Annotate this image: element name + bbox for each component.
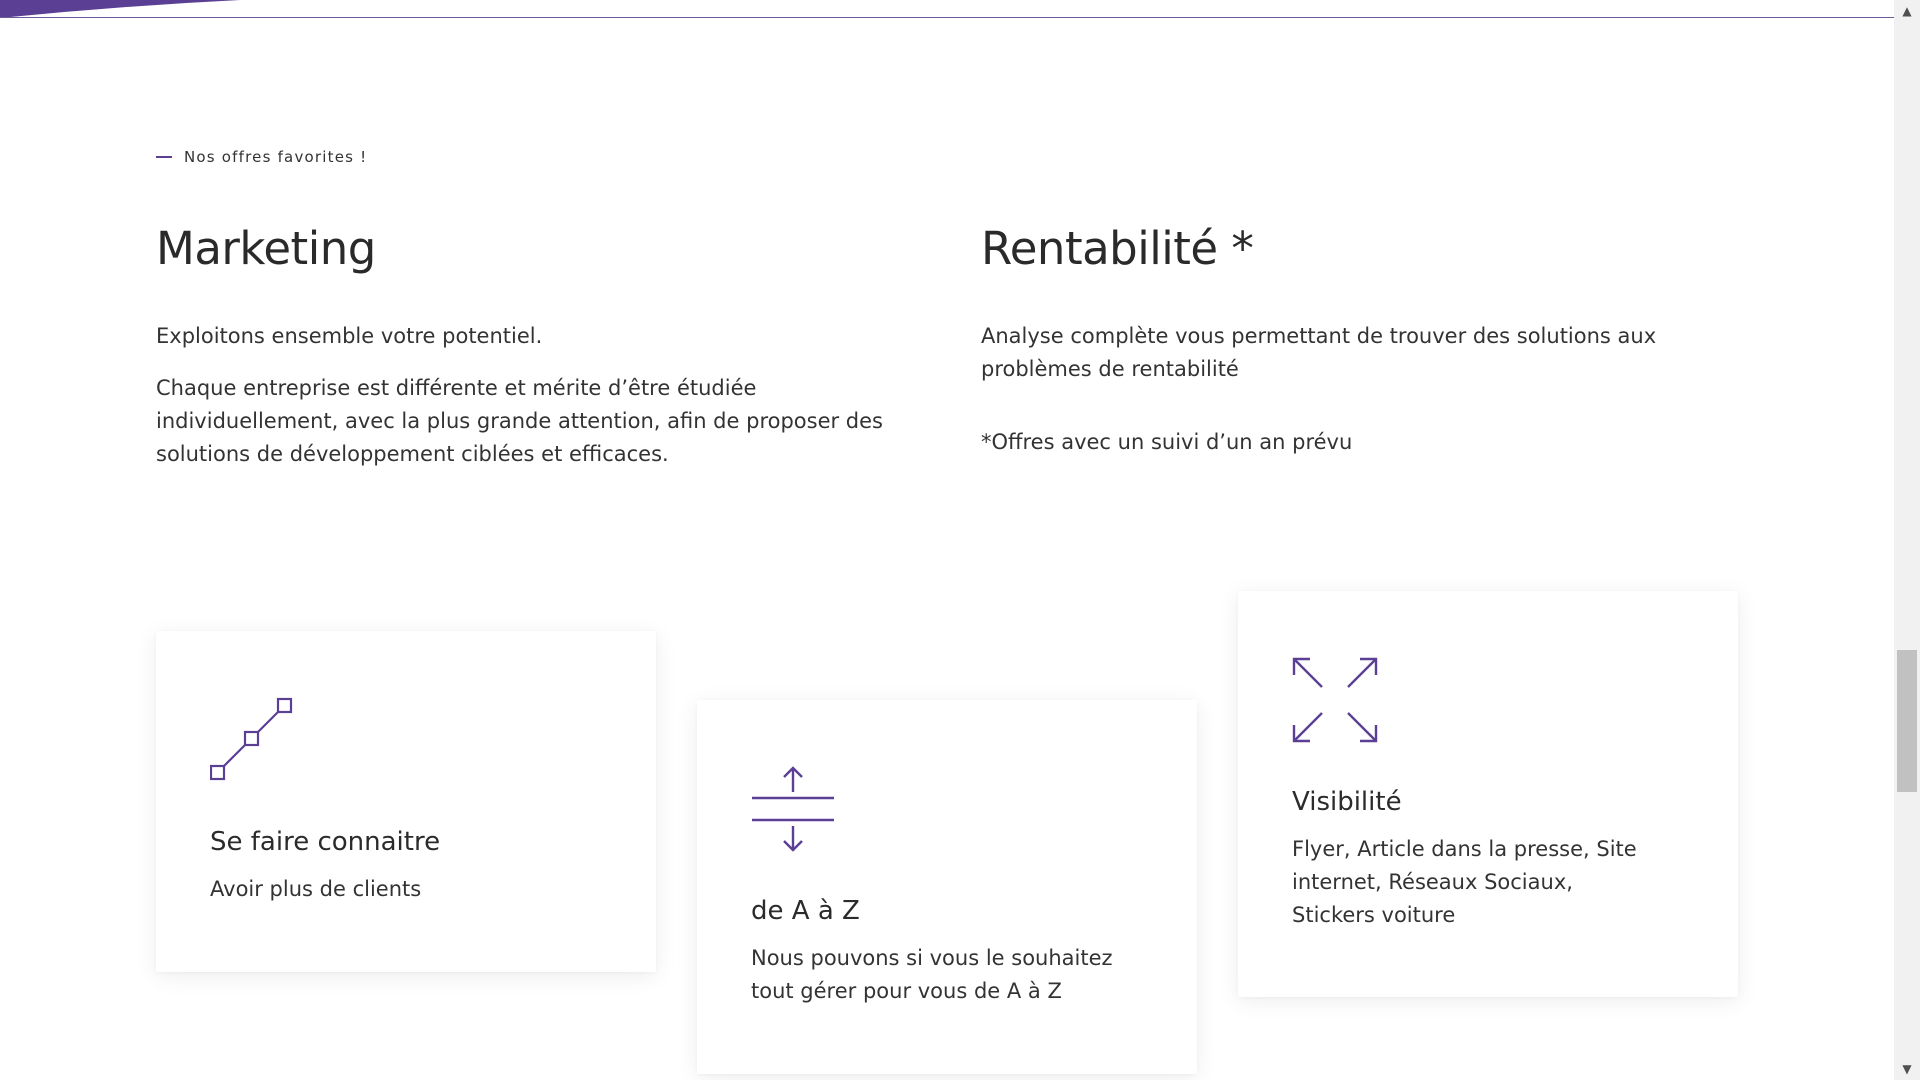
marketing-intro: Exploitons ensemble votre potentiel. [156,324,543,348]
card-text: Flyer, Article dans la presse, Site inte… [1292,837,1637,927]
card-title: Se faire connaitre [210,827,441,857]
scrollbar-thumb[interactable] [1897,650,1917,792]
marketing-title: Marketing [156,222,376,275]
header-divider [0,17,1894,18]
vertical-scrollbar[interactable]: ▲ ▼ [1894,0,1920,1080]
header-swoosh-decoration [0,0,240,18]
eyebrow-dash [156,156,172,158]
eyebrow-label: Nos offres favorites ! [184,148,368,166]
card-title: de A à Z [751,896,860,926]
card-title: Visibilité [1292,787,1402,817]
offer-card-visibilite: Visibilité Flyer, Article dans la presse… [1238,591,1738,997]
offer-card-de-a-a-z: de A à Z Nous pouvons si vous le souhait… [697,700,1197,1074]
card-text: Avoir plus de clients [210,877,422,901]
rentabilite-note: *Offres avec un suivi d’un an prévu [981,430,1353,454]
rentabilite-body: Analyse complète vous permettant de trou… [981,324,1657,381]
line-nodes-icon [210,697,293,781]
scroll-down-arrow-icon[interactable]: ▼ [1894,1058,1920,1080]
rentabilite-title: Rentabilité * [981,222,1254,275]
card-text: Nous pouvons si vous le souhaitez tout g… [751,946,1113,1003]
section-eyebrow: Nos offres favorites ! [156,148,367,166]
scroll-up-arrow-icon[interactable]: ▲ [1894,0,1920,22]
expand-icon [1292,657,1378,743]
offer-card-se-faire-connaitre: Se faire connaitre Avoir plus de clients [156,631,656,972]
split-arrows-icon [752,766,834,852]
marketing-body: Chaque entreprise est différente et méri… [156,376,884,466]
